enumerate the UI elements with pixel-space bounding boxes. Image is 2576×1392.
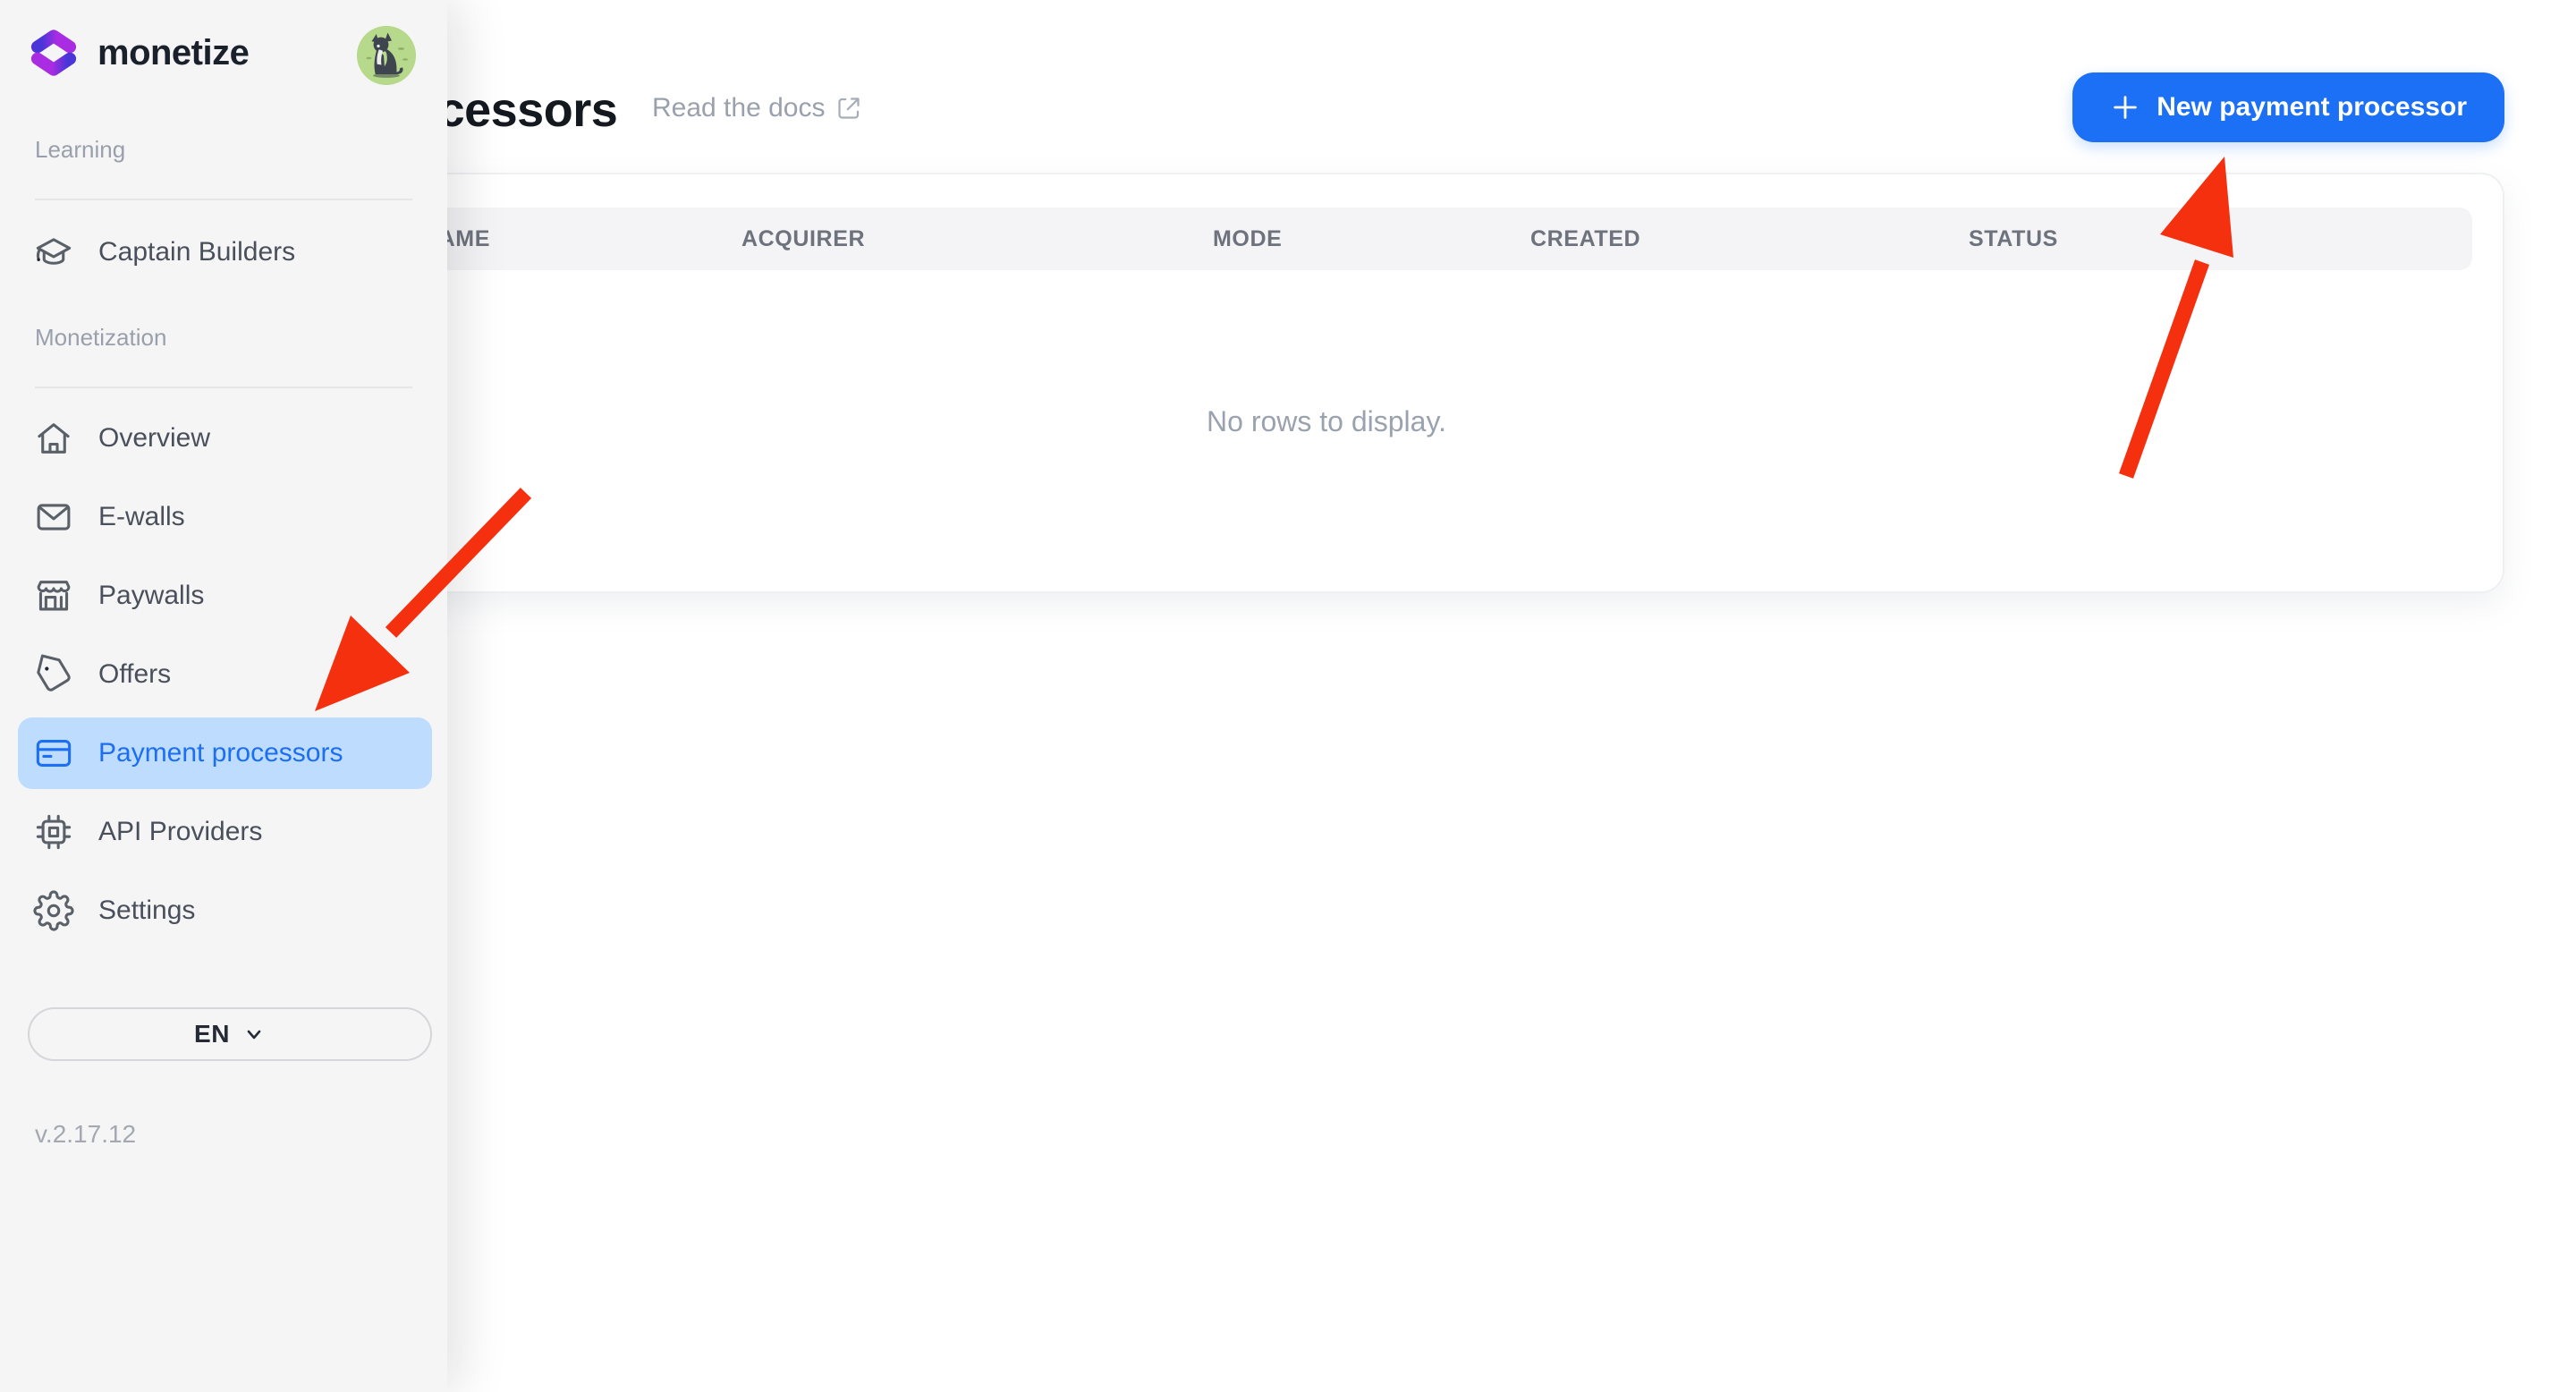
- gear-icon: [33, 890, 74, 931]
- graduation-cap-icon: [33, 232, 74, 273]
- column-header-created: CREATED: [1530, 208, 1640, 270]
- divider: [35, 386, 412, 388]
- sidebar-item-label: Payment processors: [98, 738, 343, 768]
- app-logo-text: monetize: [97, 33, 249, 73]
- sidebar-nav: Overview E-walls Paywalls Offers: [18, 403, 432, 954]
- cat-avatar-image: [357, 26, 416, 85]
- section-label-monetization: Monetization: [35, 324, 166, 352]
- credit-card-icon: [33, 733, 74, 774]
- column-header-status: STATUS: [1969, 208, 2058, 270]
- plus-icon: [2110, 92, 2140, 123]
- new-payment-processor-button[interactable]: New payment processor: [2072, 72, 2504, 142]
- sidebar-item-label: Paywalls: [98, 581, 204, 611]
- payment-processors-table-card: NAME ACQUIRER MODE CREATED STATUS No row…: [358, 173, 2504, 593]
- monetize-logo-icon: [28, 27, 80, 79]
- sidebar-item-label: Overview: [98, 423, 210, 454]
- docs-link[interactable]: Read the docs: [652, 93, 862, 123]
- app-logo[interactable]: monetize: [28, 27, 249, 79]
- sidebar-item-label: Settings: [98, 895, 195, 926]
- sidebar-item-captain-builders[interactable]: Captain Builders: [18, 216, 432, 288]
- language-code: EN: [194, 1020, 230, 1048]
- new-payment-processor-label: New payment processor: [2157, 92, 2467, 123]
- sidebar-item-payment-processors[interactable]: Payment processors: [18, 717, 432, 789]
- mail-icon: [33, 497, 74, 538]
- sidebar-item-e-walls[interactable]: E-walls: [18, 481, 432, 553]
- docs-link-label: Read the docs: [652, 93, 825, 123]
- sidebar-item-label: Offers: [98, 659, 171, 690]
- sidebar-item-paywalls[interactable]: Paywalls: [18, 560, 432, 632]
- sidebar: monetize Learning: [0, 0, 447, 1392]
- table-header-row: NAME ACQUIRER MODE CREATED STATUS: [390, 208, 2472, 270]
- section-label-learning: Learning: [35, 136, 125, 164]
- tag-icon: [33, 654, 74, 695]
- storefront-icon: [33, 575, 74, 616]
- external-link-icon: [835, 95, 862, 122]
- sidebar-item-settings[interactable]: Settings: [18, 875, 432, 946]
- home-icon: [33, 418, 74, 459]
- table-empty-message: No rows to display.: [1207, 405, 1446, 438]
- column-header-acquirer: ACQUIRER: [741, 208, 865, 270]
- language-selector[interactable]: EN: [28, 1007, 432, 1061]
- divider: [35, 199, 412, 200]
- sidebar-item-label: E-walls: [98, 502, 185, 532]
- user-avatar[interactable]: [357, 26, 416, 85]
- app-version: v.2.17.12: [35, 1120, 136, 1149]
- cpu-chip-icon: [33, 811, 74, 853]
- sidebar-item-overview[interactable]: Overview: [18, 403, 432, 474]
- workspace-label: Captain Builders: [98, 237, 295, 267]
- sidebar-item-label: API Providers: [98, 817, 262, 847]
- sidebar-item-offers[interactable]: Offers: [18, 639, 432, 710]
- sidebar-item-api-providers[interactable]: API Providers: [18, 796, 432, 868]
- chevron-down-icon: [242, 1023, 266, 1046]
- column-header-mode: MODE: [1213, 208, 1282, 270]
